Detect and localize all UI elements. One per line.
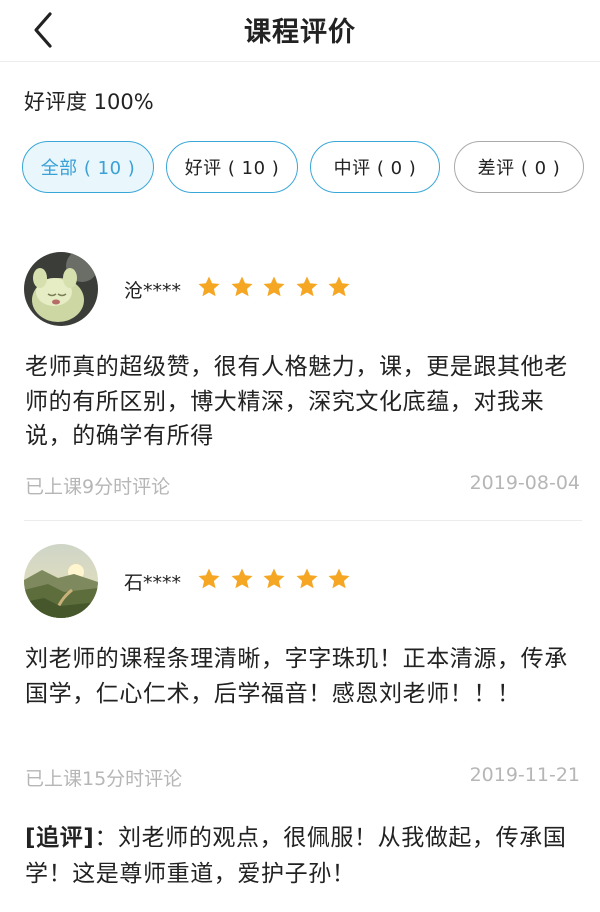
- reviewer-name: 石****: [124, 572, 182, 594]
- filter-positive[interactable]: 好评 ( 10 ): [166, 141, 298, 193]
- star-rating: [197, 275, 360, 299]
- nav-bar: 课程评价: [0, 0, 600, 62]
- star-icon: [231, 276, 252, 297]
- star-icon: [296, 568, 317, 589]
- avatar[interactable]: [24, 252, 98, 326]
- filter-tabs: 全部 ( 10 ) 好评 ( 10 ) 中评 ( 0 ) 差评 ( 0 ): [22, 141, 584, 193]
- review-date: 2019-08-04: [469, 472, 580, 494]
- review-text: 刘老师的课程条理清晰，字字珠玑！正本清源，传承国学，仁心仁术，后学福音！感恩刘老…: [25, 646, 568, 707]
- star-icon: [198, 568, 220, 589]
- follow-up-review: [追评]：刘老师的观点，很佩服！从我做起，传承国学！这是尊师重道，爱护子孙！: [25, 820, 585, 892]
- star-icon: [198, 276, 220, 297]
- follow-up-label: [追评]: [25, 825, 95, 851]
- star-rating: [197, 567, 360, 591]
- star-icon: [231, 568, 252, 589]
- page-title: 课程评价: [244, 17, 356, 48]
- approval-rate: 好评度 100%: [24, 90, 154, 114]
- star-icon: [263, 276, 285, 297]
- reviewer-name: 沧****: [124, 280, 182, 302]
- filter-neutral[interactable]: 中评 ( 0 ): [310, 141, 440, 193]
- review-text: 老师真的超级赞，很有人格魅力，课，更是跟其他老师的有所区别，博大精深，深究文化底…: [25, 354, 568, 449]
- star-icon: [328, 568, 350, 589]
- star-icon: [296, 276, 317, 297]
- divider: [24, 520, 582, 521]
- review-meta: 已上课15分时评论: [25, 768, 183, 790]
- filter-all[interactable]: 全部 ( 10 ): [22, 141, 154, 193]
- star-icon: [263, 568, 285, 589]
- star-icon: [328, 276, 350, 297]
- follow-up-text: ：刘老师的观点，很佩服！从我做起，传承国学！这是尊师重道，爱护子孙！: [25, 825, 567, 887]
- review-date: 2019-11-21: [469, 764, 580, 786]
- review-meta: 已上课9分时评论: [25, 476, 171, 498]
- filter-negative[interactable]: 差评 ( 0 ): [454, 141, 584, 193]
- avatar[interactable]: [24, 544, 98, 618]
